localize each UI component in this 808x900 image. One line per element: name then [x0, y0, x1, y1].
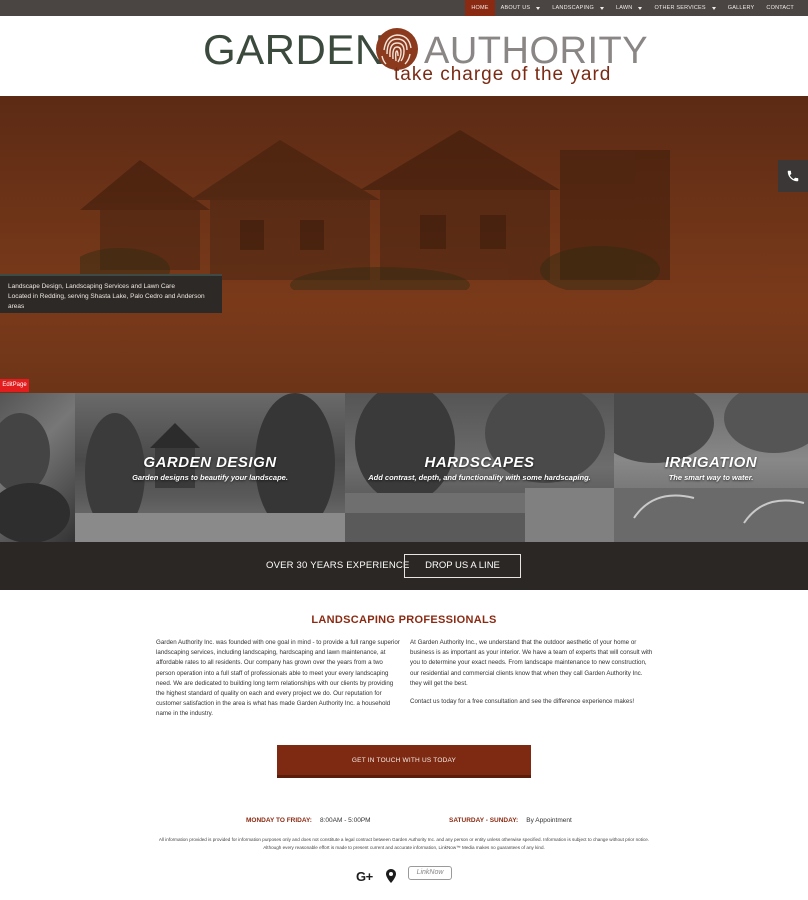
get-in-touch-button[interactable]: GET IN TOUCH WITH US TODAY: [277, 745, 531, 778]
service-title: GARDEN DESIGN: [143, 454, 277, 471]
service-panels: GARDEN DESIGN Garden designs to beautify…: [0, 393, 808, 542]
service-panel-tools: [0, 393, 75, 542]
nav-item-label: CONTACT: [766, 5, 794, 11]
nav-item-label: GALLERY: [727, 5, 755, 11]
contact-invite-paragraph: Contact us today for a free consultation…: [410, 698, 635, 706]
weekday-hours: MONDAY TO FRIDAY: 8:00AM - 5:00PM: [246, 817, 371, 824]
experience-text: OVER 30 YEARS EXPERIENCE: [266, 560, 410, 571]
phone-button[interactable]: [778, 160, 808, 192]
weekday-value: 8:00AM - 5:00PM: [319, 817, 371, 824]
service-panel-irrigation[interactable]: IRRIGATION The smart way to water.: [614, 393, 808, 542]
service-subtitle: Add contrast, depth, and functionality w…: [368, 473, 591, 482]
weekend-hours: SATURDAY - SUNDAY: By Appointment: [449, 817, 572, 824]
logo-tagline: take charge of the yard: [394, 64, 612, 85]
caret-down-icon: [599, 6, 604, 10]
nav-item-home[interactable]: HOME: [465, 0, 495, 16]
nav-item-lawn[interactable]: LAWN: [610, 0, 649, 16]
nav-item-gallery[interactable]: GALLERY: [722, 0, 761, 16]
weekday-label: MONDAY TO FRIDAY:: [246, 817, 312, 824]
linknow-logo[interactable]: LinkNow: [408, 866, 452, 880]
legal-disclaimer: All information provided is provided for…: [158, 837, 650, 850]
service-title: IRRIGATION: [664, 454, 758, 471]
nav-item-about-us[interactable]: ABOUT US: [495, 0, 547, 16]
about-column-right: At Garden Authority Inc., we understand …: [410, 638, 654, 707]
service-panel-garden-design[interactable]: GARDEN DESIGN Garden designs to beautify…: [75, 393, 345, 542]
hero-banner: Landscape Design, Landscaping Services a…: [0, 96, 808, 393]
map-pin-icon[interactable]: [386, 869, 396, 883]
site-header: GARDEN AUTHORITY take charge of the yard: [0, 16, 808, 96]
caret-down-icon: [536, 6, 541, 10]
service-subtitle: Garden designs to beautify your landscap…: [132, 473, 288, 482]
nav-item-contact[interactable]: CONTACT: [760, 0, 800, 16]
service-subtitle: The smart way to water.: [668, 473, 754, 482]
about-column-left: Garden Authority Inc. was founded with o…: [156, 638, 400, 720]
about-paragraph: Garden Authority Inc. was founded with o…: [156, 639, 400, 718]
logo-garden-text[interactable]: GARDEN: [203, 28, 386, 72]
google-plus-icon[interactable]: G+: [356, 869, 373, 884]
about-paragraph: At Garden Authority Inc., we understand …: [410, 639, 653, 687]
tools-image: [0, 413, 70, 542]
nav-item-other-services[interactable]: OTHER SERVICES: [648, 0, 721, 16]
weekend-label: SATURDAY - SUNDAY:: [449, 817, 519, 824]
nav-item-label: HOME: [471, 5, 489, 11]
drop-us-a-line-button[interactable]: DROP US A LINE: [404, 554, 521, 578]
section-heading: LANDSCAPING PROFESSIONALS: [311, 614, 497, 626]
phone-icon: [787, 170, 799, 182]
caret-down-icon: [638, 6, 643, 10]
nav-item-label: OTHER SERVICES: [654, 5, 706, 11]
hero-caption: Landscape Design, Landscaping Services a…: [0, 274, 222, 313]
house-illustration: [80, 130, 670, 290]
service-title: HARDSCAPES: [424, 454, 535, 471]
nav-item-label: ABOUT US: [500, 5, 531, 11]
hero-caption-line2: Located in Redding, serving Shasta Lake,…: [8, 293, 205, 310]
social-links: G+ LinkNow: [0, 866, 808, 886]
experience-strip: OVER 30 YEARS EXPERIENCE DROP US A LINE: [0, 542, 808, 590]
nav-item-label: LAWN: [615, 5, 633, 11]
top-nav: HOME ABOUT US LANDSCAPING LAWN OTHER SERVICE…: [0, 0, 808, 16]
service-panel-hardscapes[interactable]: HARDSCAPES Add contrast, depth, and func…: [345, 393, 614, 542]
nav-list: HOME ABOUT US LANDSCAPING LAWN OTHER SERVICE…: [465, 0, 800, 16]
weekend-value: By Appointment: [526, 817, 572, 824]
edit-page-button[interactable]: EditPage: [0, 379, 29, 392]
nav-item-landscaping[interactable]: LANDSCAPING: [546, 0, 610, 16]
nav-item-label: LANDSCAPING: [552, 5, 594, 11]
caret-down-icon: [711, 6, 716, 10]
hero-caption-line1: Landscape Design, Landscaping Services a…: [8, 283, 175, 290]
